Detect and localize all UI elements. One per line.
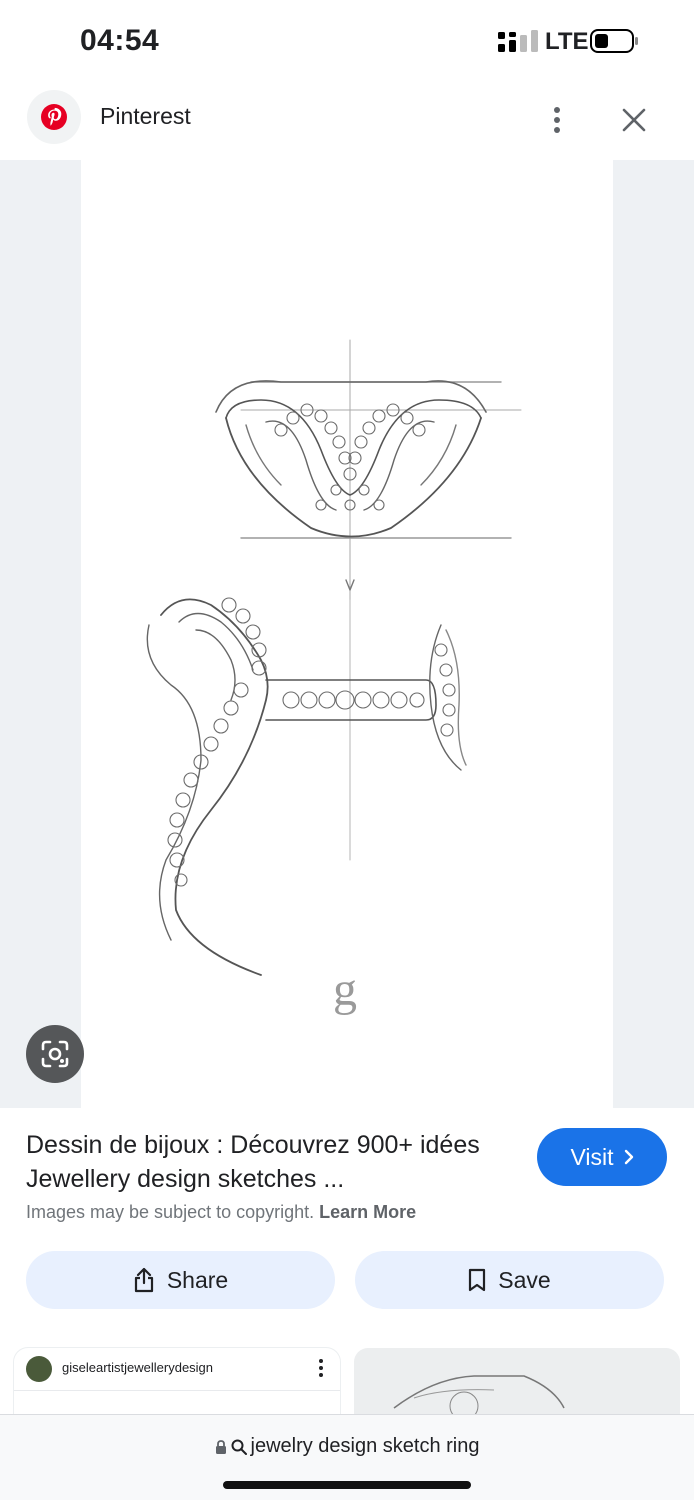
close-button[interactable] (612, 98, 656, 142)
google-lens-icon (41, 1040, 69, 1068)
home-indicator[interactable] (223, 1481, 471, 1489)
share-label: Share (166, 1266, 229, 1293)
signal-bars-icon (498, 30, 538, 52)
share-button[interactable]: Share (26, 1251, 335, 1309)
ring-sketch-drawing: g (146, 339, 522, 1016)
image-viewer[interactable]: g (0, 160, 694, 1108)
ring-sketch-image[interactable]: g (81, 160, 613, 1108)
related-username: giseleartistjewellerydesign (62, 1360, 214, 1375)
more-vert-icon (554, 107, 560, 133)
sketch-watermark: g (333, 963, 357, 1016)
more-options-button[interactable] (540, 98, 574, 142)
learn-more-link[interactable]: Learn More (319, 1202, 416, 1222)
more-vert-icon[interactable] (316, 1357, 326, 1379)
google-lens-button[interactable] (26, 1025, 84, 1083)
save-button[interactable]: Save (355, 1251, 664, 1309)
result-title[interactable]: Dessin de bijoux : Découvrez 900+ idées … (26, 1128, 486, 1196)
copyright-text: Images may be subject to copyright. (26, 1202, 315, 1222)
avatar (26, 1356, 52, 1382)
top-bar: Pinterest (0, 80, 694, 160)
copyright-notice: Images may be subject to copyright. Lear… (26, 1202, 416, 1223)
result-info: Dessin de bijoux : Découvrez 900+ idées … (0, 1108, 694, 1348)
search-query: jewelry design sketch ring (250, 1435, 480, 1457)
close-icon (622, 108, 646, 132)
save-label: Save (498, 1266, 551, 1293)
pinterest-logo-icon[interactable] (27, 90, 81, 144)
address-bar: jewelry design sketch ring (0, 1414, 694, 1500)
visit-button[interactable]: Visit (537, 1128, 667, 1186)
network-label: LTE (545, 28, 589, 55)
status-bar: 04:54 LTE (0, 0, 694, 80)
lock-icon (215, 1439, 226, 1454)
chevron-right-icon (624, 1149, 633, 1165)
site-name: Pinterest (100, 103, 191, 129)
status-time: 04:54 (80, 24, 160, 57)
divider (14, 1390, 340, 1391)
battery-low-icon (590, 29, 638, 53)
search-icon (231, 1439, 247, 1455)
visit-label: Visit (570, 1143, 614, 1170)
url-field[interactable]: jewelry design sketch ring (0, 1435, 694, 1458)
share-icon (134, 1267, 153, 1293)
bookmark-icon (469, 1268, 486, 1292)
